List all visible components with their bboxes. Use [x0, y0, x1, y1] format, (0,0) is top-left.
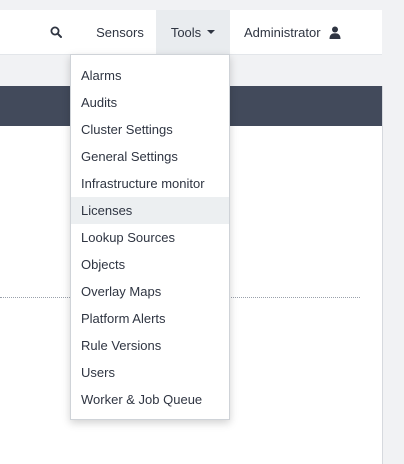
menu-item-worker-job-queue[interactable]: Worker & Job Queue	[71, 386, 229, 413]
menu-item-infrastructure-monitor[interactable]: Infrastructure monitor	[71, 170, 229, 197]
caret-down-icon	[207, 30, 216, 34]
nav-sensors-label: Sensors	[96, 24, 144, 40]
nav-tools-dropdown[interactable]: Tools	[156, 10, 230, 54]
menu-item-cluster-settings[interactable]: Cluster Settings	[71, 116, 229, 143]
top-navbar: Sensors Tools Administrator	[0, 10, 382, 55]
menu-item-rule-versions[interactable]: Rule Versions	[71, 332, 229, 359]
menu-item-general-settings[interactable]: General Settings	[71, 143, 229, 170]
menu-item-overlay-maps[interactable]: Overlay Maps	[71, 278, 229, 305]
nav-administrator-label: Administrator	[244, 24, 321, 40]
nav-administrator[interactable]: Administrator	[236, 10, 366, 54]
menu-item-lookup-sources[interactable]: Lookup Sources	[71, 224, 229, 251]
search-button[interactable]	[40, 10, 72, 54]
menu-item-objects[interactable]: Objects	[71, 251, 229, 278]
tools-dropdown-menu: Alarms Audits Cluster Settings General S…	[70, 54, 230, 420]
menu-item-alarms[interactable]: Alarms	[71, 62, 229, 89]
menu-item-platform-alerts[interactable]: Platform Alerts	[71, 305, 229, 332]
user-icon	[329, 26, 341, 39]
nav-sensors[interactable]: Sensors	[84, 10, 156, 54]
menu-item-users[interactable]: Users	[71, 359, 229, 386]
nav-tools-label: Tools	[170, 24, 202, 40]
menu-item-licenses[interactable]: Licenses	[71, 197, 229, 224]
search-icon	[50, 26, 62, 38]
menu-item-audits[interactable]: Audits	[71, 89, 229, 116]
